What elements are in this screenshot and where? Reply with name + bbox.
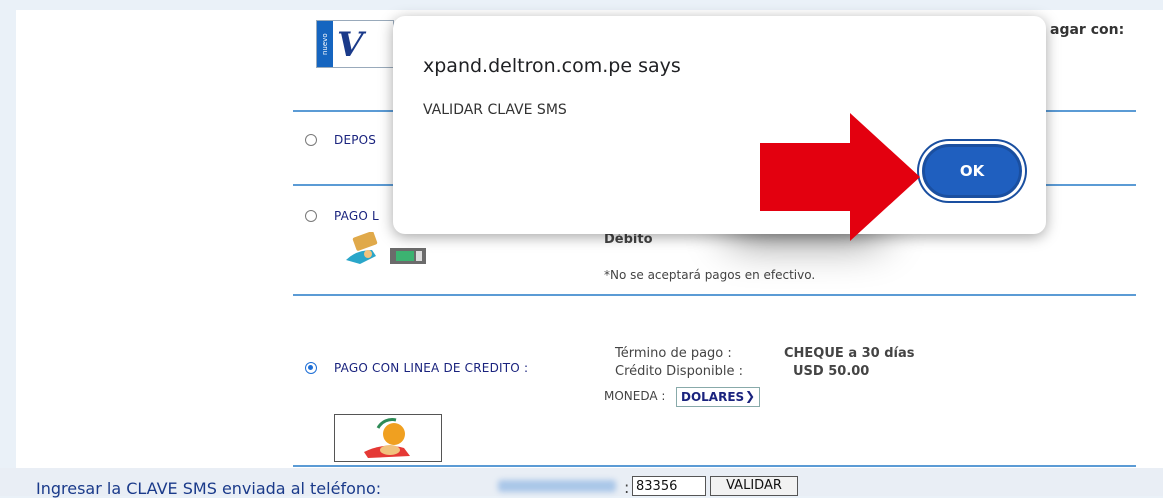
credit-value: USD 50.00 bbox=[793, 364, 870, 379]
phone-number-redacted bbox=[498, 480, 616, 492]
radio-pago-local[interactable] bbox=[305, 210, 317, 222]
term-label: Término de pago : bbox=[615, 346, 732, 361]
divider bbox=[293, 465, 1136, 467]
sms-label: Ingresar la CLAVE SMS enviada al teléfon… bbox=[36, 479, 382, 498]
validar-button[interactable]: VALIDAR bbox=[710, 476, 798, 496]
visa-letter: V bbox=[337, 25, 364, 65]
radio-deposito[interactable] bbox=[305, 134, 317, 146]
red-arrow-icon bbox=[760, 113, 920, 241]
radio-linea-credito[interactable] bbox=[305, 362, 317, 374]
visa-logo: nuevo V bbox=[316, 20, 394, 68]
credit-hand-icon bbox=[334, 414, 442, 462]
currency-select-value: DOLARES bbox=[681, 390, 745, 404]
option-label-linea-credito: PAGO CON LINEA DE CREDITO : bbox=[334, 361, 529, 375]
no-cash-note: *No se aceptará pagos en efectivo. bbox=[604, 268, 816, 282]
card-terminal-icon bbox=[346, 232, 426, 264]
currency-select[interactable]: DOLARES ❯ bbox=[676, 387, 760, 407]
currency-label: MONEDA : bbox=[604, 389, 666, 403]
credit-label: Crédito Disponible : bbox=[615, 364, 744, 379]
alert-dialog: xpand.deltron.com.pe says VALIDAR CLAVE … bbox=[393, 16, 1046, 234]
visa-strip: nuevo bbox=[317, 21, 333, 67]
option-label-deposito: DEPOS bbox=[334, 133, 377, 147]
debito-label: Débito bbox=[604, 232, 653, 247]
ok-button[interactable]: OK bbox=[922, 144, 1022, 198]
sms-code-input[interactable]: 83356 bbox=[632, 476, 706, 496]
sms-colon: : bbox=[624, 478, 630, 497]
payment-heading-partial: agar con: bbox=[1050, 22, 1125, 38]
term-value: CHEQUE a 30 días bbox=[784, 346, 915, 361]
option-label-pago-local: PAGO L bbox=[334, 209, 379, 223]
chevron-down-icon: ❯ bbox=[744, 389, 755, 403]
dialog-title: xpand.deltron.com.pe says bbox=[423, 55, 681, 77]
dialog-message: VALIDAR CLAVE SMS bbox=[423, 102, 567, 118]
divider bbox=[293, 294, 1136, 296]
